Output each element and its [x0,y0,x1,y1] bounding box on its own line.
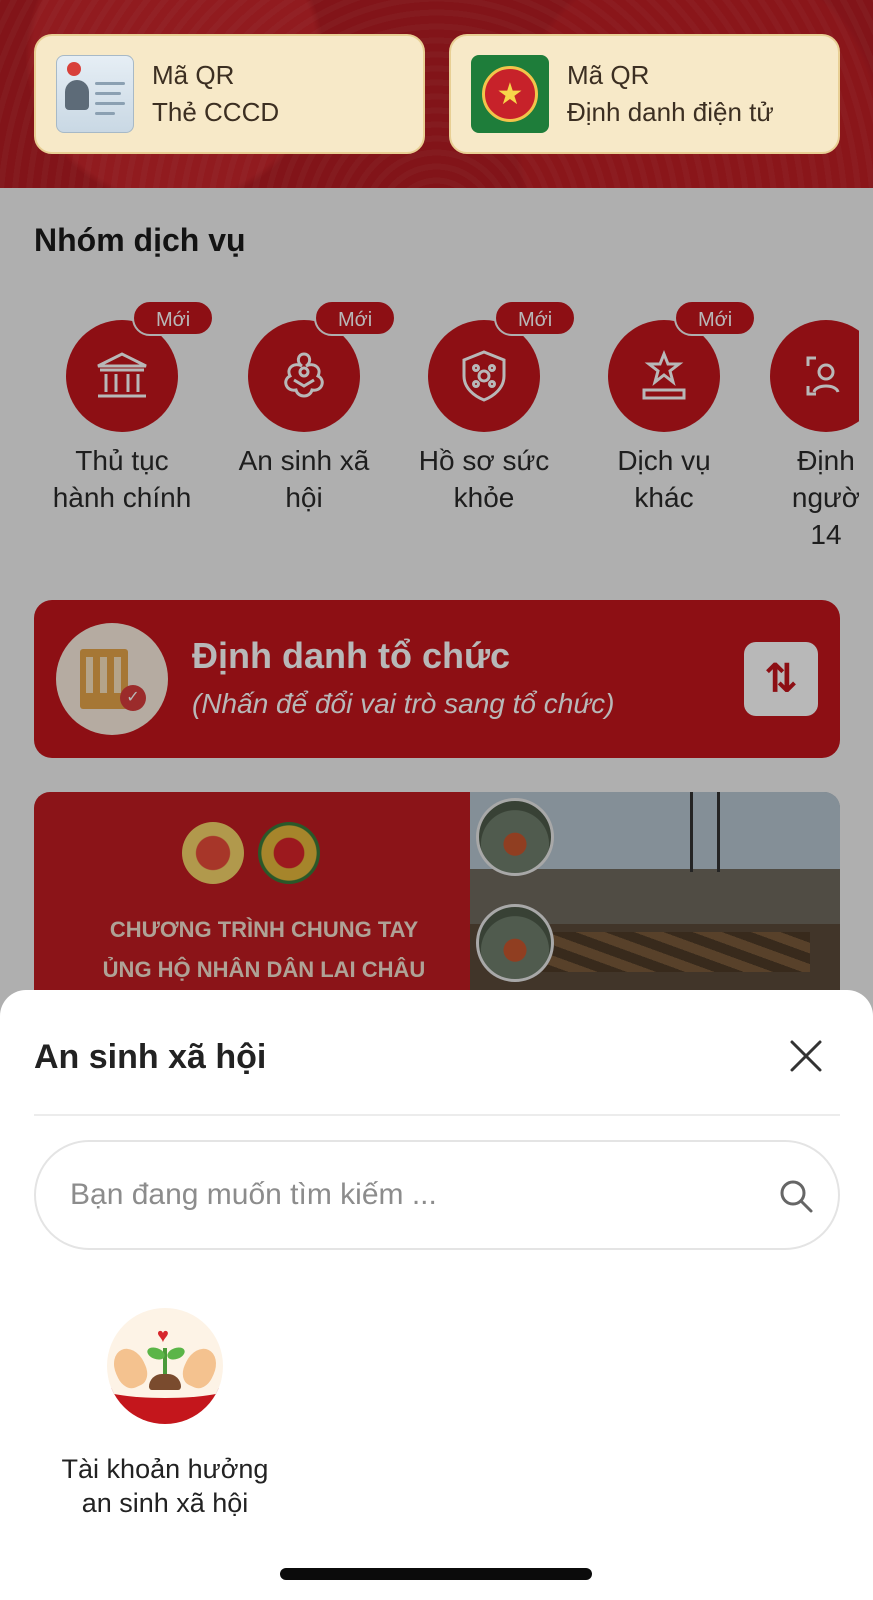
home-indicator[interactable] [280,1568,592,1580]
item-label: an sinh xã hội [81,1488,249,1518]
qr-card-subtitle: Định danh điện tử [567,97,774,127]
search-input[interactable] [70,1142,750,1248]
close-button[interactable] [784,1034,828,1078]
close-icon [790,1040,822,1072]
seedling-hands-icon: ♥ [107,1308,223,1424]
search-icon[interactable] [778,1178,814,1214]
police-emblem-icon: ★ [471,55,549,133]
qr-card-title: Mã QR [152,60,235,90]
bottom-sheet: An sinh xã hội ♥ Tài khoản hưởng an sinh… [0,990,873,1600]
item-label: Tài khoản hưởng [61,1454,269,1484]
qr-vneid-card[interactable]: ★ Mã QR Định danh điện tử [449,34,840,154]
sheet-title: An sinh xã hội [34,1038,267,1076]
social-welfare-account-item[interactable]: ♥ Tài khoản hưởng an sinh xã hội [50,1308,280,1520]
qr-cccd-card[interactable]: Mã QR Thẻ CCCD [34,34,425,154]
id-card-icon [56,55,134,133]
qr-card-title: Mã QR [567,60,650,90]
search-box[interactable] [34,1140,840,1250]
qr-card-subtitle: Thẻ CCCD [152,97,280,127]
divider [34,1114,840,1116]
